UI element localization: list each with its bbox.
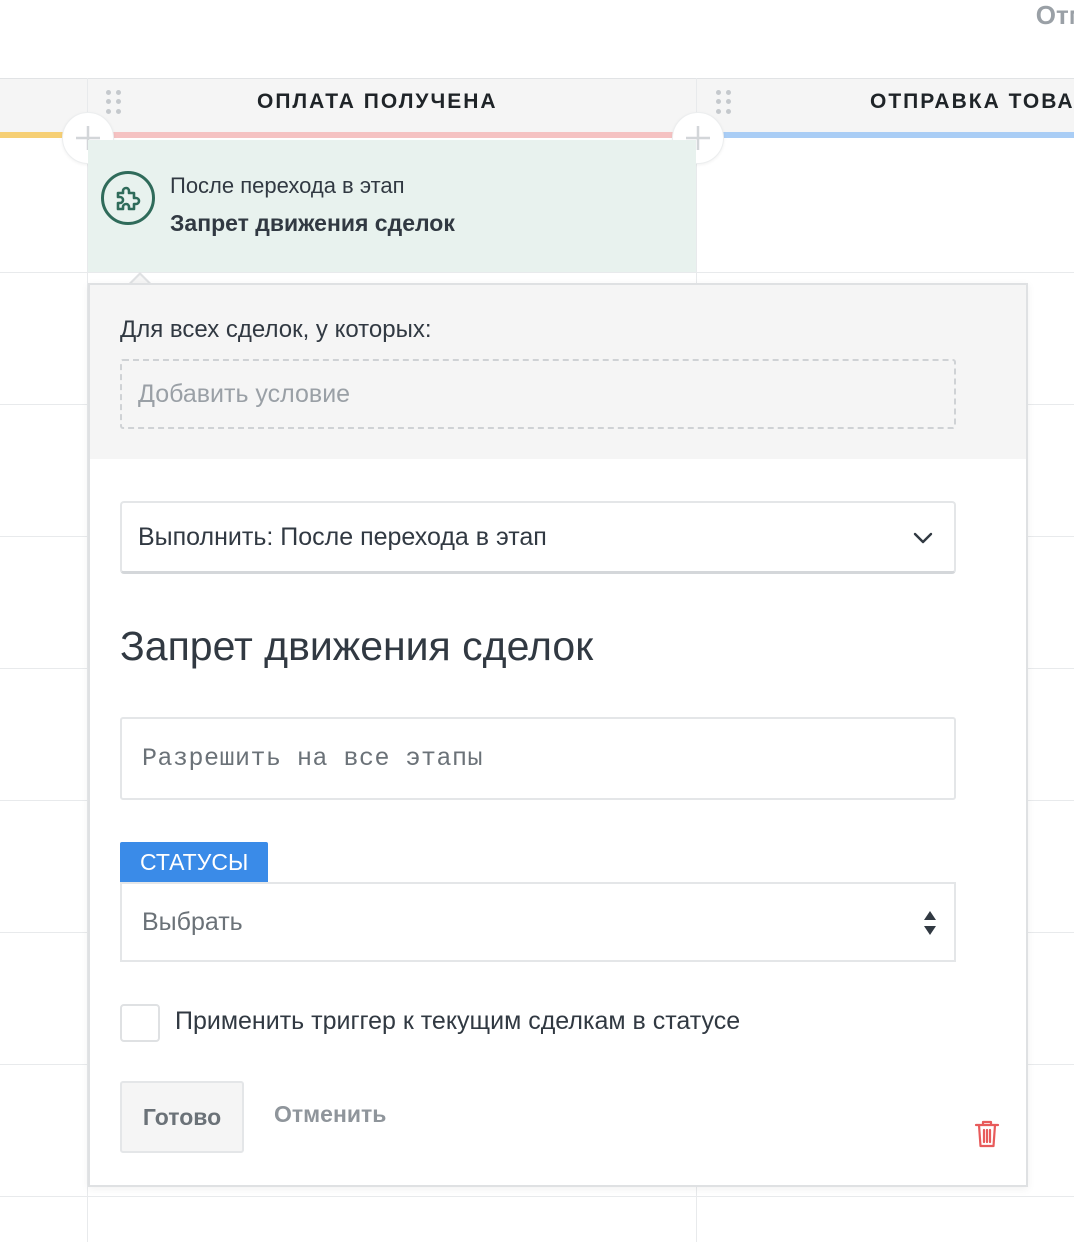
execute-select-value: Выполнить: После перехода в этап [138, 522, 547, 551]
prev-column-color-bar [0, 132, 70, 138]
column-title-payment-received: ОПЛАТА ПОЛУЧЕНА [257, 90, 498, 113]
column-title-shipping: ОТПРАВКА ТОВА [870, 90, 1074, 113]
statuses-tag: СТАТУСЫ [120, 842, 269, 882]
trigger-card[interactable]: После перехода в этап Запрет движения сд… [88, 140, 696, 272]
trigger-title: Запрет движения сделок [170, 210, 455, 236]
column-color-bar [712, 132, 1074, 138]
top-cancel-button[interactable]: Отм [1036, 0, 1074, 31]
condition-section: Для всех сделок, у которых: Добавить усл… [90, 285, 1026, 459]
puzzle-icon [101, 171, 155, 225]
allow-stages-field[interactable]: Разрешить на все этапы [120, 717, 956, 800]
grid-line [0, 272, 1074, 273]
trigger-subtitle: После перехода в этап [170, 173, 405, 198]
chevron-down-icon [913, 532, 933, 544]
add-condition-field[interactable]: Добавить условие [120, 359, 956, 429]
apply-to-current-checkbox[interactable] [120, 1004, 160, 1042]
drag-handle-icon[interactable] [716, 90, 732, 114]
statuses-select-value: Выбрать [142, 907, 243, 936]
sort-arrows-icon [924, 911, 936, 935]
apply-to-current-label[interactable]: Применить триггер к текущим сделкам в ст… [175, 1007, 740, 1036]
statuses-select[interactable]: Выбрать [120, 882, 956, 962]
trash-icon[interactable] [974, 1119, 1000, 1149]
trigger-settings-panel: Для всех сделок, у которых: Добавить усл… [88, 283, 1028, 1187]
execute-select[interactable]: Выполнить: После перехода в этап [120, 501, 956, 574]
done-button[interactable]: Готово [120, 1081, 244, 1153]
grid-line [0, 1196, 1074, 1197]
section-title: Запрет движения сделок [120, 623, 594, 669]
column-color-bar [100, 132, 682, 138]
condition-label: Для всех сделок, у которых: [120, 316, 432, 343]
cancel-button[interactable]: Отменить [274, 1101, 386, 1128]
drag-handle-icon[interactable] [106, 90, 122, 114]
